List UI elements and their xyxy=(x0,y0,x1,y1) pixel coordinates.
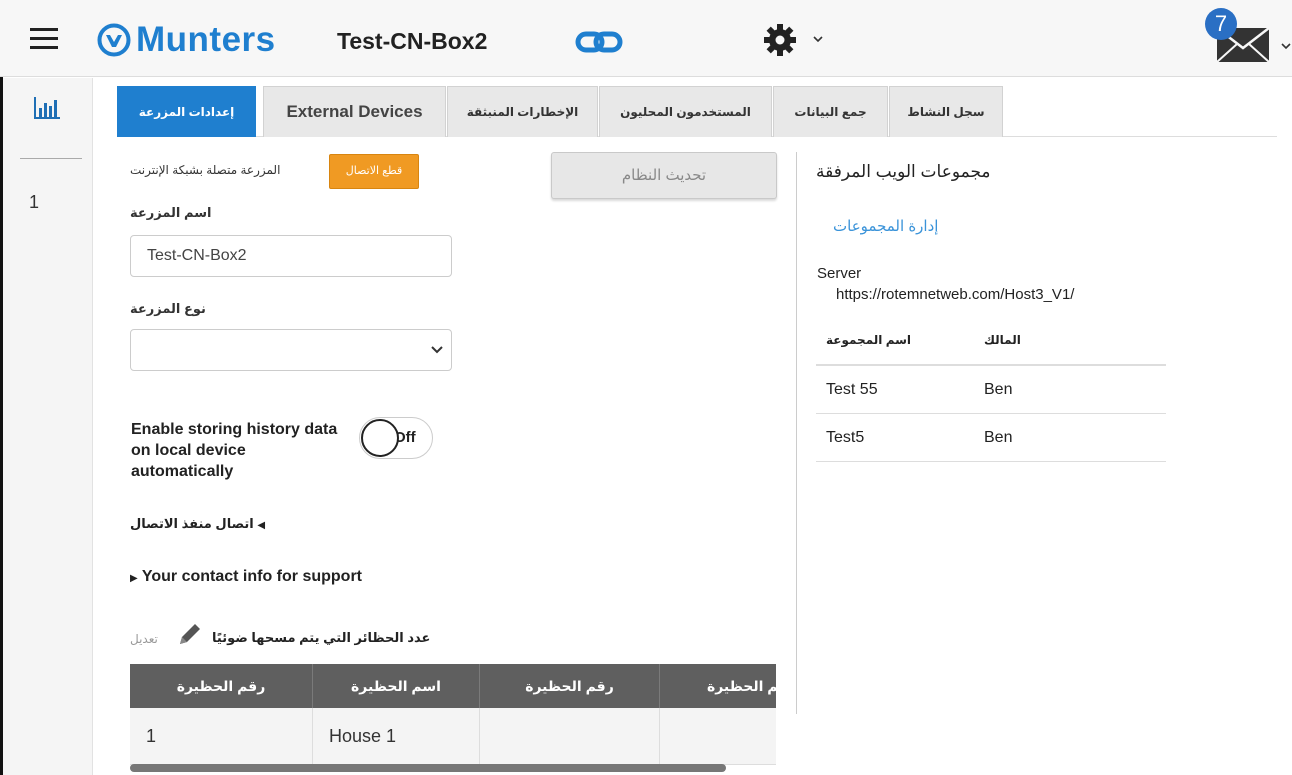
farm-type-label: نوع المزرعة xyxy=(130,301,206,316)
toggle-knob xyxy=(361,419,399,457)
caret-right-icon: ▶ xyxy=(130,573,138,584)
owner-header: المالك xyxy=(984,333,1021,347)
tab-local-users[interactable]: المستخدمون المحليون xyxy=(599,86,772,137)
port-connection-section[interactable]: اتصال منفذ الاتصال ◀ xyxy=(130,516,265,532)
horizontal-scrollbar[interactable] xyxy=(130,764,726,772)
contact-info-label: Your contact info for support xyxy=(141,568,362,585)
auto-storing-toggle[interactable]: Off xyxy=(359,417,433,459)
column-header: اسم الحظيرة xyxy=(313,664,480,708)
gear-icon[interactable] xyxy=(762,22,798,58)
web-groups-table: اسم المجموعة المالك Test 55 Ben Test5 Be… xyxy=(816,318,1166,462)
web-groups-title: مجموعات الويب المرفقة xyxy=(816,162,991,181)
tab-bar: إعدادات المزرعة External Devices الإخطار… xyxy=(117,86,1277,137)
server-label: Server xyxy=(817,265,862,282)
farm-name-label: اسم المزرعة xyxy=(130,205,212,220)
munters-logo: Munters xyxy=(97,20,276,60)
column-header: سم الحظيرة xyxy=(660,664,776,708)
link-icon[interactable] xyxy=(575,29,623,55)
table-row[interactable]: Test 55 Ben xyxy=(816,366,1166,414)
auto-storing-label: Enable storing history data on local dev… xyxy=(131,421,338,480)
top-bar: Munters Test-CN-Box2 7 xyxy=(0,0,1292,77)
connection-status-text: المزرعة متصلة بشبكة الإنترنت xyxy=(130,163,281,177)
brand-name: Munters xyxy=(136,20,276,59)
chevron-down-icon[interactable] xyxy=(1281,41,1291,51)
tab-external-devices[interactable]: External Devices xyxy=(263,86,446,137)
bar-chart-icon[interactable] xyxy=(33,96,61,120)
house-name-cell xyxy=(660,708,776,765)
farm-title: Test-CN-Box2 xyxy=(337,28,488,54)
houses-table: رقم الحظيرة اسم الحظيرة رقم الحظيرة سم ا… xyxy=(130,664,776,775)
table-row[interactable]: Test5 Ben xyxy=(816,414,1166,462)
column-header: رقم الحظيرة xyxy=(480,664,660,708)
connection-row: المزرعة متصلة بشبكة الإنترنت قطع الاتصال xyxy=(130,152,420,189)
contact-info-section[interactable]: ▶ Your contact info for support xyxy=(130,568,362,586)
messages-menu[interactable]: 7 xyxy=(1205,8,1291,68)
houses-scanned-row: تعديل عدد الحظائر التي يتم مسحها ضوئيًا xyxy=(130,620,450,650)
pencil-icon[interactable] xyxy=(174,620,204,650)
manage-groups-link[interactable]: إدارة المجموعات xyxy=(833,217,938,235)
group-name-header: اسم المجموعة xyxy=(826,333,912,347)
tab-farm-settings[interactable]: إعدادات المزرعة xyxy=(117,86,256,137)
houses-table-header: رقم الحظيرة اسم الحظيرة رقم الحظيرة سم ا… xyxy=(130,664,776,708)
tab-activity-log[interactable]: سجل النشاط xyxy=(889,86,1003,137)
web-groups-table-header: اسم المجموعة المالك xyxy=(816,318,1166,366)
port-connection-label: اتصال منفذ الاتصال xyxy=(130,516,254,531)
rail-farm-number[interactable]: 1 xyxy=(29,192,39,213)
chevron-down-icon xyxy=(431,346,443,354)
farm-type-select[interactable] xyxy=(130,329,452,371)
edit-link[interactable]: تعديل xyxy=(130,632,158,646)
hamburger-menu-icon[interactable] xyxy=(30,28,58,50)
owner-cell: Ben xyxy=(984,381,1013,398)
house-number-cell: 1 xyxy=(130,708,313,765)
group-name-cell: Test 55 xyxy=(826,381,878,398)
group-name-cell: Test5 xyxy=(826,429,865,446)
tab-data-collection[interactable]: جمع البيانات xyxy=(773,86,888,137)
left-rail: 1 xyxy=(3,78,93,775)
caret-left-icon: ◀ xyxy=(257,520,266,531)
unread-count-badge: 7 xyxy=(1205,8,1237,40)
owner-cell: Ben xyxy=(984,429,1013,446)
column-header: رقم الحظيرة xyxy=(130,664,313,708)
rail-divider xyxy=(20,158,82,159)
house-number-cell xyxy=(480,708,660,765)
system-update-button[interactable]: تحديث النظام xyxy=(551,152,777,199)
tab-popup-notifications[interactable]: الإخطارات المنبثقة xyxy=(447,86,598,137)
house-name-cell: House 1 xyxy=(313,708,480,765)
column-divider xyxy=(796,152,797,714)
disconnect-button[interactable]: قطع الاتصال xyxy=(329,154,419,189)
server-url: https://rotemnetweb.com/Host3_V1/ xyxy=(836,286,1075,303)
table-row[interactable]: 1 House 1 xyxy=(130,708,776,765)
munters-logo-mark-icon xyxy=(97,23,131,57)
farm-name-input[interactable]: Test-CN-Box2 xyxy=(130,235,452,277)
houses-scanned-label: عدد الحظائر التي يتم مسحها ضوئيًا xyxy=(212,630,431,645)
chevron-down-icon[interactable] xyxy=(812,34,824,44)
